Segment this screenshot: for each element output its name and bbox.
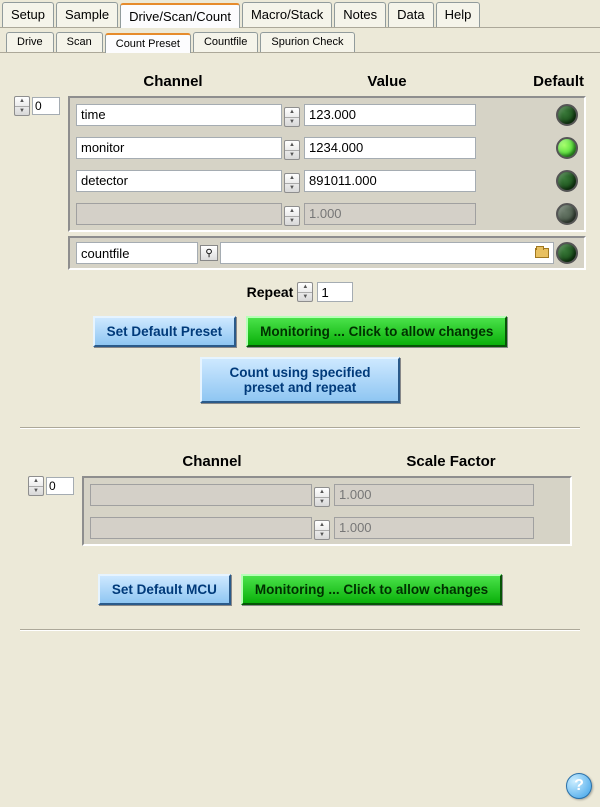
header-scale-factor: Scale Factor: [330, 453, 572, 470]
countfile-label[interactable]: [76, 242, 198, 264]
countfile-path[interactable]: [220, 242, 554, 264]
header-default: Default: [494, 73, 586, 90]
value-spinner-0[interactable]: ▲▼: [284, 107, 300, 127]
channel-input-0[interactable]: [76, 104, 282, 126]
main-tab-notes[interactable]: Notes: [334, 2, 386, 27]
default-led-3: [556, 203, 578, 225]
preset-row-2: ▲▼: [70, 164, 584, 197]
countfile-link-icon[interactable]: ⚲: [200, 245, 218, 261]
preset-headers: Channel Value Default: [14, 73, 586, 90]
default-led-2[interactable]: [556, 170, 578, 192]
sub-tab-scan[interactable]: Scan: [56, 32, 103, 52]
main-tab-help[interactable]: Help: [436, 2, 481, 27]
folder-icon[interactable]: [535, 248, 549, 258]
header-value: Value: [280, 73, 494, 90]
value-input-0[interactable]: [304, 104, 476, 126]
sub-tab-bar: Drive Scan Count Preset Countfile Spurio…: [0, 28, 600, 53]
mcu-value-1: [334, 517, 534, 539]
value-spinner-2[interactable]: ▲▼: [284, 173, 300, 193]
mcu-row-1: ▲▼: [84, 511, 570, 544]
default-led-1[interactable]: [556, 137, 578, 159]
channel-input-2[interactable]: [76, 170, 282, 192]
count-button[interactable]: Count using specified preset and repeat: [200, 357, 400, 403]
header-channel-2: Channel: [94, 453, 330, 470]
main-tab-bar: Setup Sample Drive/Scan/Count Macro/Stac…: [0, 0, 600, 28]
main-tab-drive-scan-count[interactable]: Drive/Scan/Count: [120, 3, 240, 28]
mcu-value-spinner-0: ▲▼: [314, 487, 330, 507]
value-spinner-1[interactable]: ▲▼: [284, 140, 300, 160]
sub-tab-spurion-check[interactable]: Spurion Check: [260, 32, 354, 52]
set-default-mcu-button[interactable]: Set Default MCU: [98, 574, 231, 605]
mcu-channel-1: [90, 517, 312, 539]
value-input-1[interactable]: [304, 137, 476, 159]
sub-tab-count-preset[interactable]: Count Preset: [105, 33, 191, 53]
header-channel: Channel: [66, 73, 280, 90]
mcu-index-input[interactable]: [46, 477, 74, 495]
mcu-channel-0: [90, 484, 312, 506]
mcu-index-spinner[interactable]: ▲▼: [28, 476, 44, 496]
mcu-row-0: ▲▼: [84, 478, 570, 511]
repeat-spinner[interactable]: ▲▼: [297, 282, 313, 302]
mcu-value-0: [334, 484, 534, 506]
value-spinner-3: ▲▼: [284, 206, 300, 226]
mcu-headers: Channel Scale Factor: [28, 453, 572, 470]
mcu-value-spinner-1: ▲▼: [314, 520, 330, 540]
countfile-row: ⚲: [70, 238, 584, 268]
monitoring-preset-button[interactable]: Monitoring ... Click to allow changes: [246, 316, 507, 347]
channel-input-1[interactable]: [76, 137, 282, 159]
divider-1: [20, 427, 580, 429]
channel-input-3: [76, 203, 282, 225]
monitoring-mcu-button[interactable]: Monitoring ... Click to allow changes: [241, 574, 502, 605]
repeat-input[interactable]: [317, 282, 353, 302]
divider-2: [20, 629, 580, 631]
sub-tab-drive[interactable]: Drive: [6, 32, 54, 52]
help-icon[interactable]: ?: [566, 773, 592, 799]
preset-row-3: ▲▼: [70, 197, 584, 230]
preset-index-input[interactable]: [32, 97, 60, 115]
preset-index-spinner[interactable]: ▲▼: [14, 96, 30, 116]
main-tab-setup[interactable]: Setup: [2, 2, 54, 27]
main-tab-data[interactable]: Data: [388, 2, 433, 27]
set-default-preset-button[interactable]: Set Default Preset: [93, 316, 237, 347]
preset-row-1: ▲▼: [70, 131, 584, 164]
default-led-0[interactable]: [556, 104, 578, 126]
preset-row-0: ▲▼: [70, 98, 584, 131]
countfile-led[interactable]: [556, 242, 578, 264]
main-tab-macro-stack[interactable]: Macro/Stack: [242, 2, 332, 27]
value-input-2[interactable]: [304, 170, 476, 192]
main-tab-sample[interactable]: Sample: [56, 2, 118, 27]
sub-tab-countfile[interactable]: Countfile: [193, 32, 258, 52]
repeat-label: Repeat: [247, 284, 294, 300]
value-input-3: [304, 203, 476, 225]
